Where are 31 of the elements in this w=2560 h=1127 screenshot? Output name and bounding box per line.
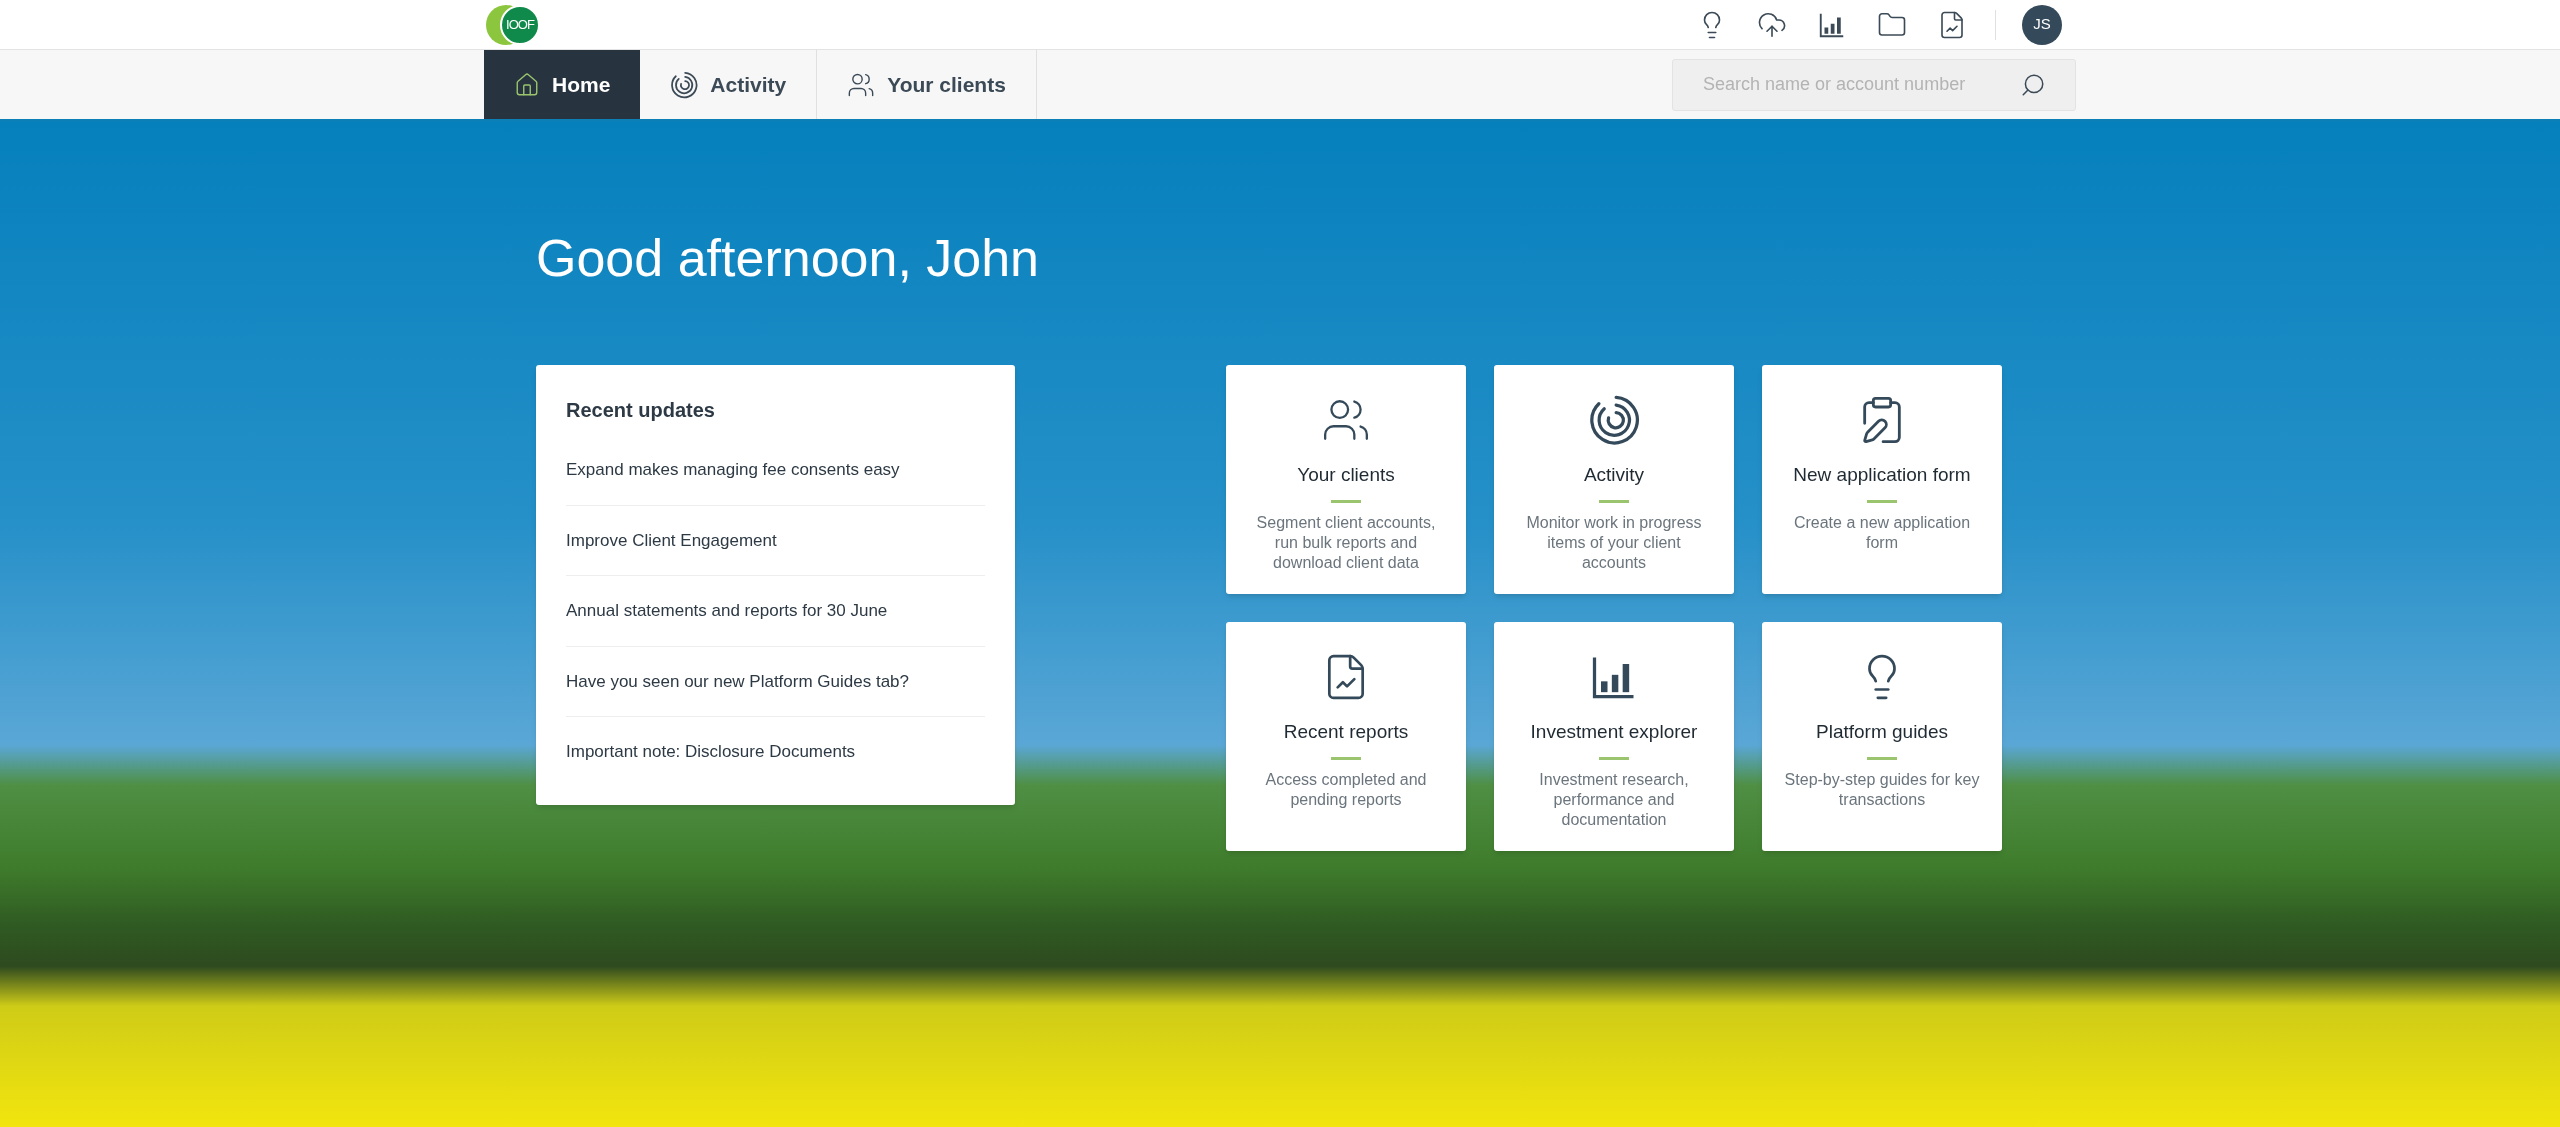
- spiral-icon: [670, 70, 699, 99]
- tile-title: Recent reports: [1283, 720, 1409, 744]
- greeting: Good afternoon, John: [536, 232, 1040, 284]
- tile-description: Monitor work in progress items of your client accounts: [1525, 512, 1703, 573]
- update-link[interactable]: Expand makes managing fee consents easy: [566, 460, 900, 479]
- feature-tile[interactable]: New application form Create a new application form: [1762, 365, 2002, 594]
- update-link[interactable]: Annual statements and reports for 30 June: [566, 601, 888, 620]
- spiral-icon: [1588, 394, 1640, 446]
- tile-title: Your clients: [1297, 463, 1395, 487]
- update-link[interactable]: Have you seen our new Platform Guides tab?: [566, 671, 910, 691]
- user-avatar[interactable]: JS: [2022, 4, 2062, 45]
- tile-description: Access completed and pending reports: [1264, 769, 1428, 810]
- tile-title: Investment explorer: [1530, 720, 1698, 744]
- tile-description: Segment client accounts, run bulk reports and download client data: [1255, 512, 1437, 573]
- feature-tile[interactable]: Activity Monitor work in progress items of your client accounts: [1494, 365, 1734, 594]
- feature-tile[interactable]: Platform guides Step-by-step guides for key transactions: [1762, 622, 2002, 851]
- tile-description: Investment research, performance and documentation: [1538, 769, 1690, 830]
- feature-tile[interactable]: Investment explorer Investment research, performance and documentation: [1494, 622, 1734, 851]
- feature-tile[interactable]: Recent reports Access completed and pending reports: [1226, 622, 1466, 851]
- tile-title: Platform guides: [1816, 720, 1948, 744]
- card-title: Recent updates: [566, 398, 715, 423]
- nav-tab[interactable]: Home: [484, 50, 641, 119]
- update-link[interactable]: Important note: Disclosure Documents: [566, 742, 856, 761]
- update-link[interactable]: Improve Client Engagement: [566, 530, 777, 550]
- feature-tile[interactable]: Your clients Segment client accounts, run bulk reports and download client data: [1226, 365, 1466, 594]
- home-icon: [514, 71, 540, 98]
- tile-description: Create a new application form: [1792, 512, 1972, 553]
- tile-title: New application form: [1793, 463, 1971, 487]
- tile-title: Activity: [1583, 463, 1645, 487]
- search-field[interactable]: Search name or account number: [1672, 58, 2076, 111]
- tile-description: Step-by-step guides for key transactions: [1783, 769, 1981, 810]
